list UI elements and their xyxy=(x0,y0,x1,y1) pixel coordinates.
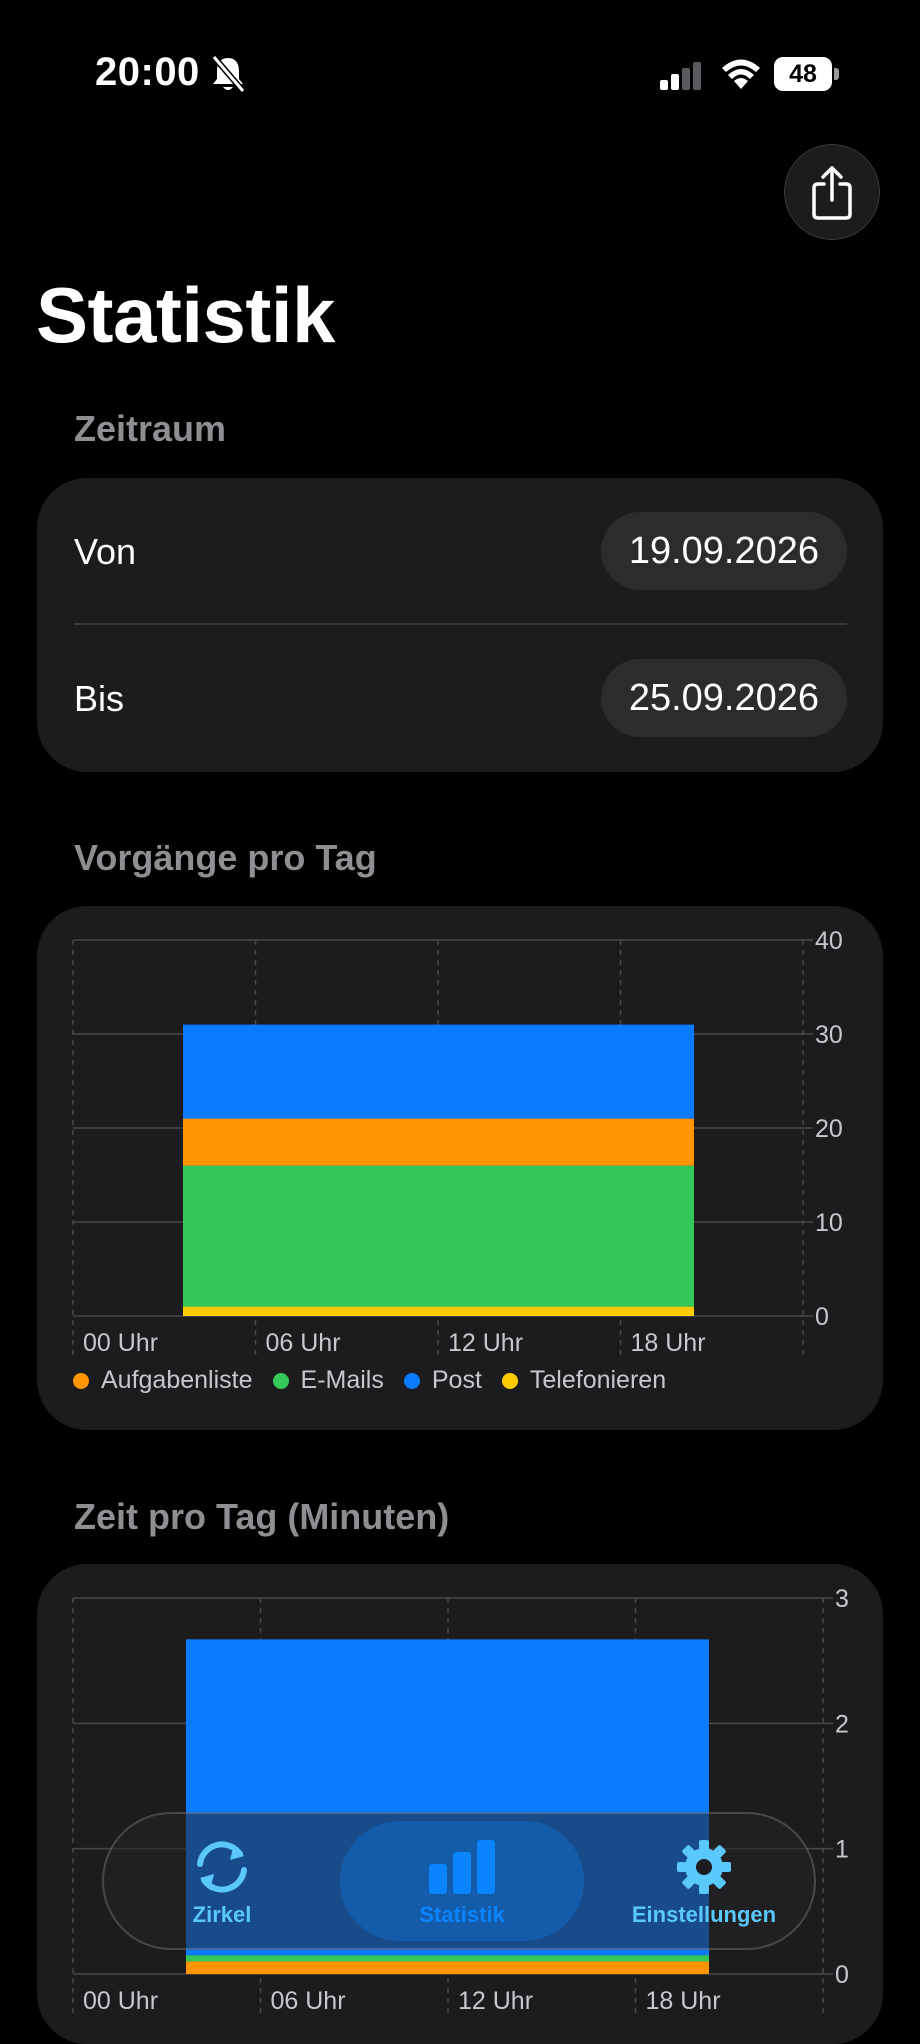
legend-dot xyxy=(403,1372,420,1389)
legend-item-telefonieren: Telefonieren xyxy=(501,1366,667,1395)
legend-label: Post xyxy=(431,1366,482,1394)
x-tick-label: 12 Uhr xyxy=(458,1987,533,2015)
x-tick-label: 12 Uhr xyxy=(448,1329,523,1357)
bis-label: Bis xyxy=(74,678,125,719)
y-tick-label: 40 xyxy=(815,927,843,955)
tab-label: Statistik xyxy=(419,1902,505,1927)
battery-level: 48 xyxy=(774,57,832,91)
battery-indicator: 48 xyxy=(774,57,840,91)
tab-label: Zirkel xyxy=(192,1902,252,1927)
bar-segment-aufgabenliste xyxy=(183,1118,694,1166)
vorgaenge-chart: 0 10 20 30 40 00 Uhr 06 Uhr 12 Uhr 18 Uhr xyxy=(72,927,843,1357)
bar-segment-aufgabenliste xyxy=(186,1961,709,1974)
zeit-chart: 0 1 2 3 00 Uhr 06 Uhr 12 Uhr 18 Uhr xyxy=(72,1585,849,2015)
y-tick-label: 3 xyxy=(835,1585,849,1613)
share-button[interactable] xyxy=(784,144,880,240)
y-tick-label: 0 xyxy=(815,1303,829,1331)
status-bar: 20:00 48 xyxy=(0,0,920,150)
tab-bar: Zirkel Statistik Einstellungen xyxy=(102,1812,816,1950)
wifi-icon xyxy=(722,59,760,89)
zeitraum-card: Von 19.09.2026 Bis 25.09.2026 xyxy=(37,478,883,772)
tab-einstellungen[interactable]: Einstellungen xyxy=(604,1814,804,1952)
legend-item-aufgabenliste: Aufgabenliste xyxy=(73,1366,253,1395)
x-tick-label: 18 Uhr xyxy=(631,1329,706,1357)
status-time: 20:00 xyxy=(95,50,200,94)
share-icon xyxy=(812,166,852,220)
chart-bar-icon xyxy=(429,1840,495,1894)
sync-icon xyxy=(197,1841,247,1893)
bar-segment-emails xyxy=(183,1165,694,1307)
y-tick-label: 20 xyxy=(815,1115,843,1143)
chart-legend: Aufgabenliste E-Mails Post Telefonieren xyxy=(73,1366,666,1395)
tab-zirkel[interactable]: Zirkel xyxy=(132,1814,312,1952)
row-divider xyxy=(74,623,847,625)
x-tick-label: 06 Uhr xyxy=(271,1987,346,2015)
tab-label: Einstellungen xyxy=(631,1902,777,1927)
section-header-vorgaenge: Vorgänge pro Tag xyxy=(74,837,377,878)
section-header-zeitraum: Zeitraum xyxy=(74,408,227,449)
x-tick-label: 06 Uhr xyxy=(266,1329,341,1357)
tab-statistik[interactable]: Statistik xyxy=(352,1814,572,1952)
y-tick-label: 1 xyxy=(835,1836,849,1864)
legend-label: Telefonieren xyxy=(529,1366,667,1394)
x-tick-label: 18 Uhr xyxy=(646,1987,721,2015)
vorgaenge-chart-card: 0 10 20 30 40 00 Uhr 06 Uhr 12 Uhr 18 Uhr Aufgab… xyxy=(37,906,883,1430)
zeit-chart-card: 0 1 2 3 00 Uhr 06 Uhr 12 Uhr 18 Uhr xyxy=(37,1564,883,2044)
y-tick-label: 2 xyxy=(835,1710,849,1738)
page-title: Statistik xyxy=(36,271,335,359)
legend-dot xyxy=(272,1372,289,1389)
von-date-picker[interactable]: 19.09.2026 xyxy=(600,512,847,590)
bis-date-picker[interactable]: 25.09.2026 xyxy=(600,659,847,737)
von-label: Von xyxy=(74,531,137,572)
x-tick-label: 00 Uhr xyxy=(83,1329,158,1357)
y-tick-label: 30 xyxy=(815,1021,843,1049)
legend-item-post: Post xyxy=(403,1366,482,1395)
legend-item-emails: E-Mails xyxy=(272,1366,384,1395)
gear-icon xyxy=(677,1840,731,1894)
bar-segment-emails xyxy=(186,1955,709,1962)
bar-segment-post xyxy=(183,1024,694,1119)
bar-segment-telefonieren xyxy=(183,1306,694,1316)
section-header-zeit: Zeit pro Tag (Minuten) xyxy=(74,1496,450,1537)
bell-muted-icon xyxy=(211,55,246,93)
cellular-signal-icon xyxy=(660,62,701,90)
legend-label: Aufgabenliste xyxy=(101,1366,253,1394)
y-tick-label: 0 xyxy=(835,1961,849,1989)
y-tick-label: 10 xyxy=(815,1209,843,1237)
battery-cap xyxy=(834,68,839,80)
legend-dot xyxy=(73,1372,89,1389)
x-tick-label: 00 Uhr xyxy=(83,1987,158,2015)
legend-label: E-Mails xyxy=(300,1366,384,1394)
legend-dot xyxy=(501,1372,518,1389)
